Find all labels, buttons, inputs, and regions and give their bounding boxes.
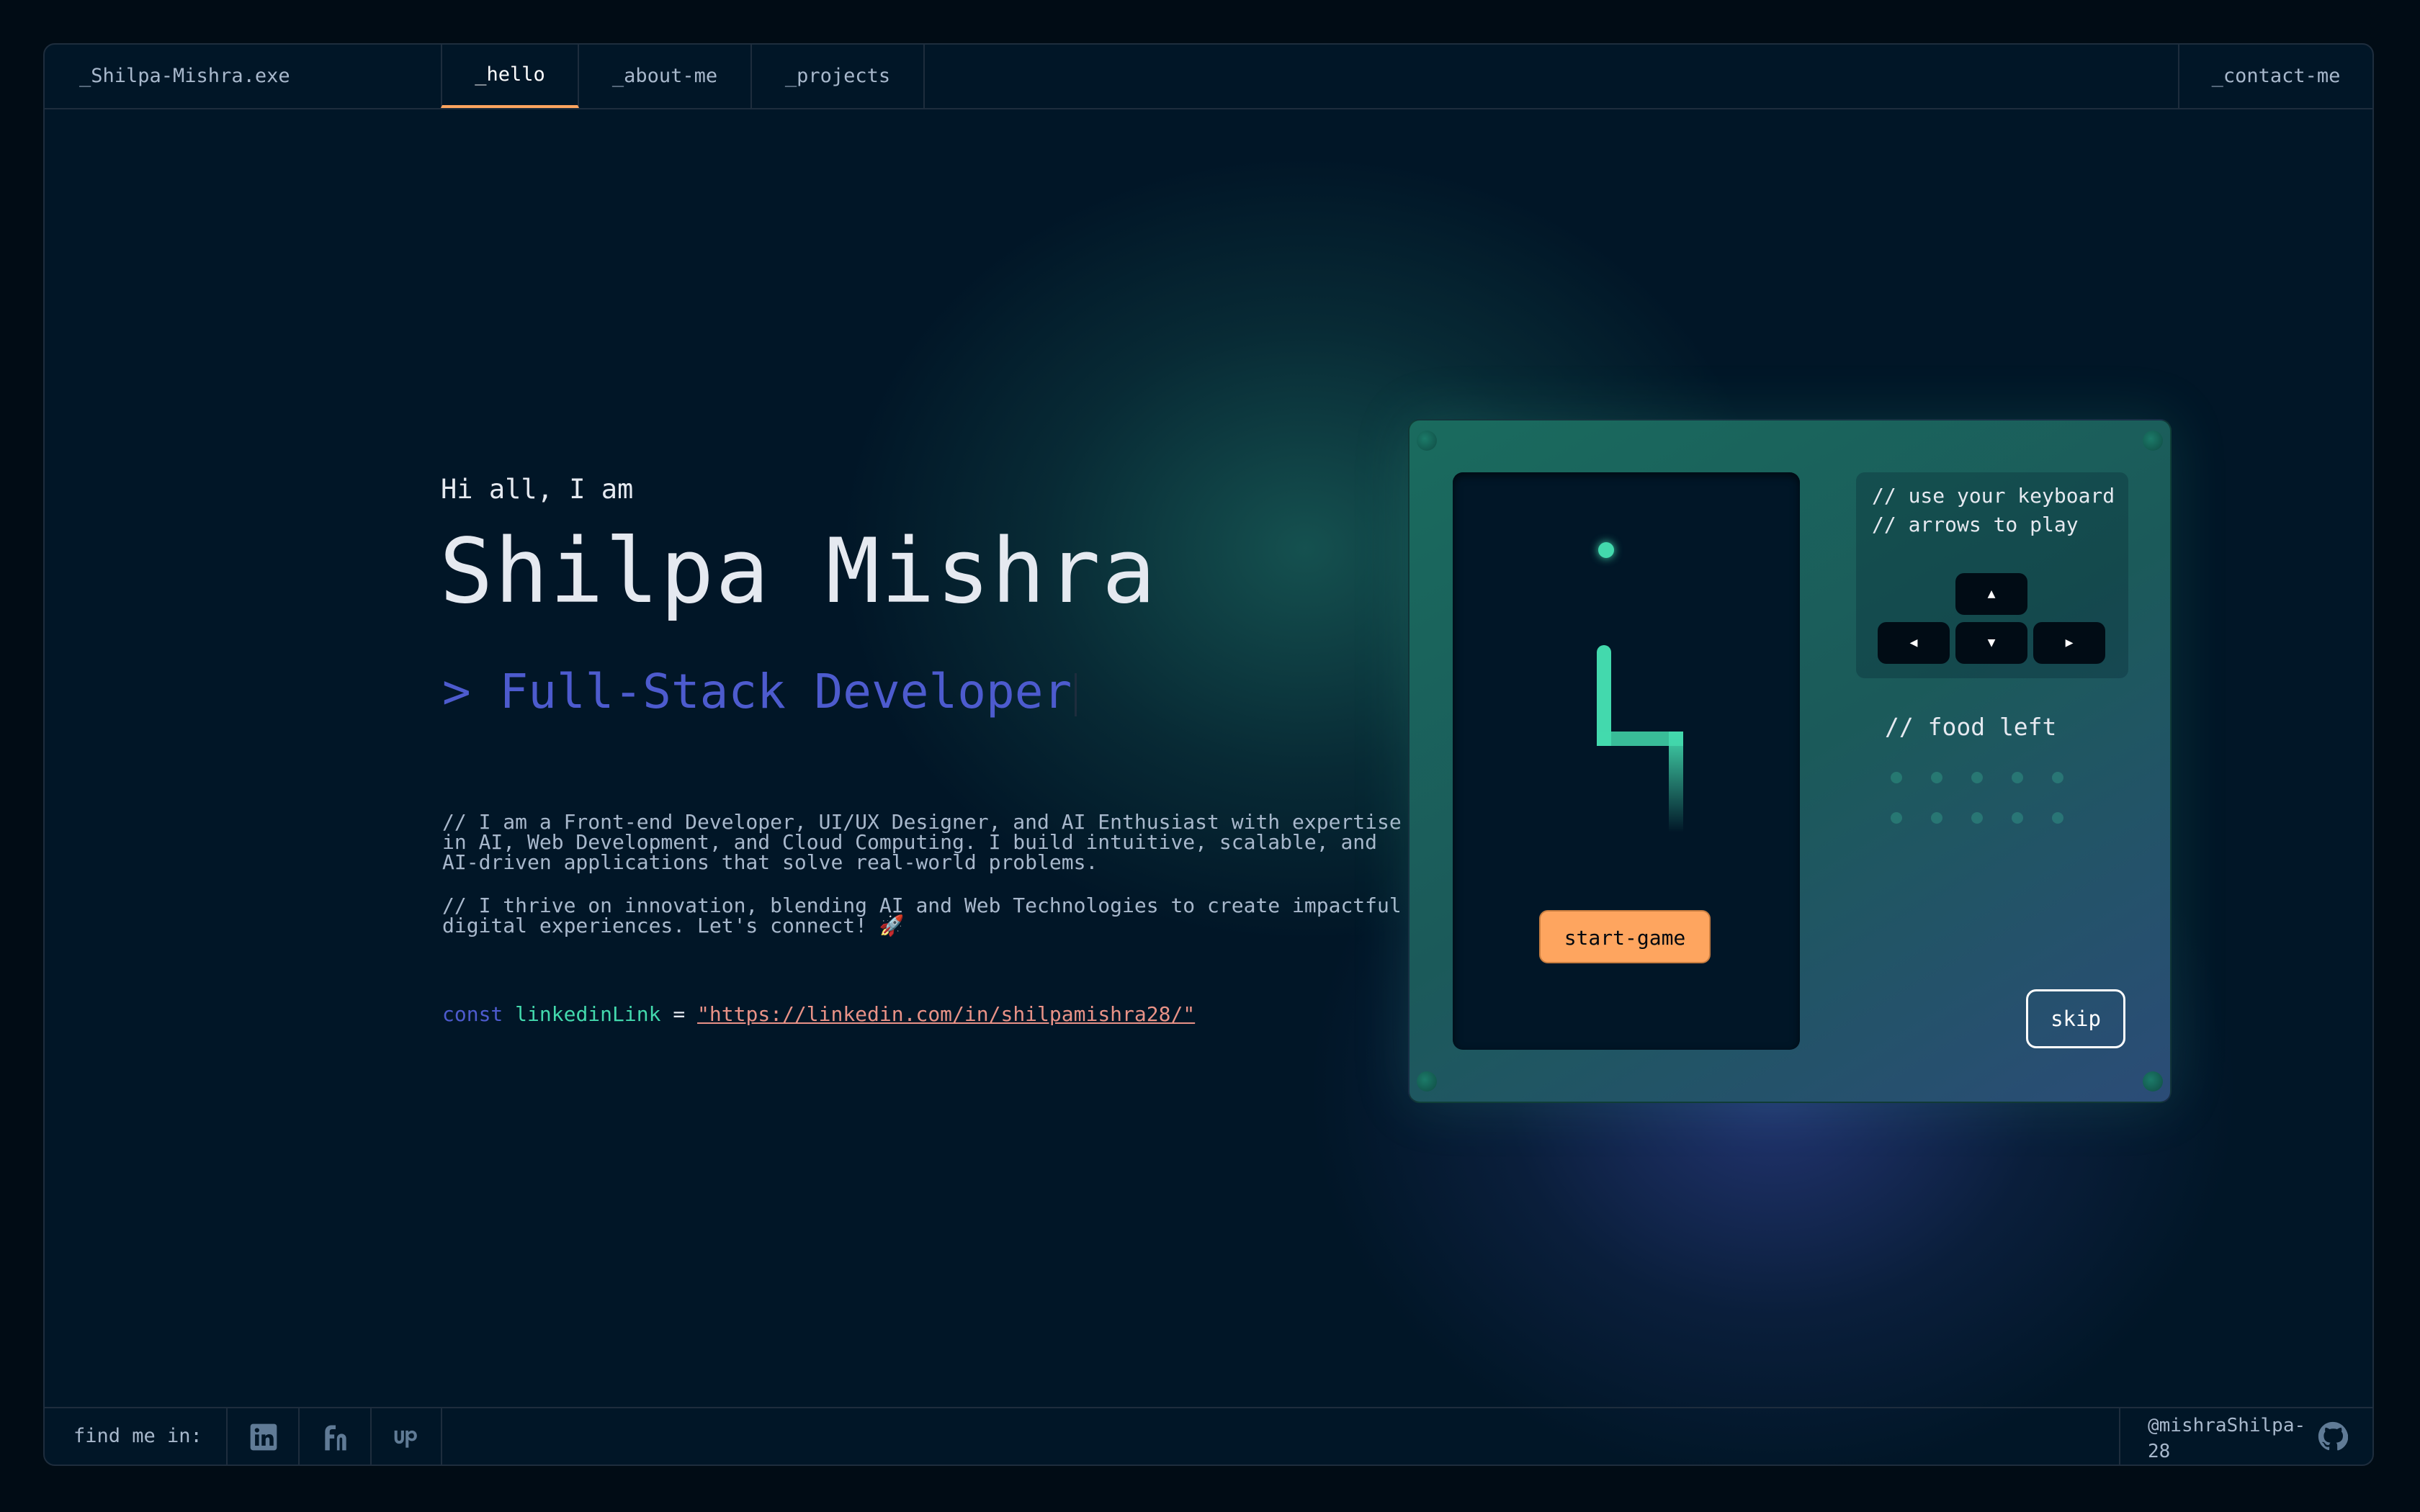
food-left-dot [1971,812,1983,824]
portfolio-window: _Shilpa-Mishra.exe _hello _about-me _pro… [43,43,2374,1466]
skip-button[interactable]: skip [2026,989,2125,1048]
thrive-paragraph: // I thrive on innovation, blending AI a… [442,894,1402,937]
hero-name: Shilpa Mishra [439,520,1157,624]
role-text: > Full-Stack Developer [442,664,1072,719]
typing-caret [1075,672,1077,716]
freelancer-link-button[interactable] [298,1408,370,1464]
snake-game-board: start-game // use your keyboard // arrow… [1408,419,2172,1103]
food-left-dot [1971,772,1983,783]
controls-hint-1: // use your keyboard [1872,484,2115,508]
github-username[interactable]: @mishraShilpa-28 [2148,1413,2313,1464]
screw-bottom-left [1417,1071,1437,1092]
tab-contact-me[interactable]: _contact-me [2178,45,2372,108]
tab-about-me[interactable]: _about-me [579,45,752,108]
controls-panel: // use your keyboard // arrows to play ▲… [1856,472,2128,678]
upwork-icon [394,1430,417,1448]
code-operator: = [673,1002,686,1026]
snake-head-segment [1597,645,1611,746]
arrow-up-key[interactable]: ▲ [1955,573,2027,615]
food-pellet [1598,542,1614,558]
linkedin-icon [250,1423,277,1451]
food-left-dot [1931,772,1942,783]
screw-bottom-right [2143,1071,2163,1092]
upwork-link-button[interactable] [370,1408,442,1464]
intro-paragraph: // I am a Front-end Developer, UI/UX Des… [442,810,1402,874]
github-link-area[interactable]: @mishraShilpa-28 [2119,1408,2372,1464]
food-left-dot [1931,812,1942,824]
food-left-dot [2052,812,2063,824]
arrow-down-key[interactable]: ▼ [1955,622,2027,664]
greeting-text: Hi all, I am [441,474,634,505]
find-me-label: find me in: [73,1425,202,1447]
food-left-title: // food left [1885,713,2057,741]
arrow-right-key[interactable]: ▶ [2033,622,2105,664]
screw-top-right [2143,431,2163,451]
linkedin-link[interactable]: "https://linkedin.com/in/shilpamishra28/… [697,1002,1195,1026]
arrow-left-key[interactable]: ◀ [1878,622,1950,664]
snake-tail-segment [1669,732,1683,832]
tab-hello[interactable]: _hello [441,45,579,108]
food-left-dot [1891,812,1902,824]
food-left-dot [1891,772,1902,783]
freelancer-icon [325,1425,346,1451]
code-keyword: const [442,1002,503,1026]
github-icon[interactable] [2318,1421,2348,1452]
hero-role: > Full-Stack Developer [442,664,1077,719]
food-left-dot [2012,812,2023,824]
brand-name[interactable]: _Shilpa-Mishra.exe [79,45,290,108]
tab-projects[interactable]: _projects [752,45,925,108]
linkedin-link-button[interactable] [226,1408,298,1464]
footer-bar: find me in: @mishraShilpa-28 [45,1407,2372,1464]
start-game-button[interactable]: start-game [1539,910,1711,963]
top-nav: _Shilpa-Mishra.exe _hello _about-me _pro… [45,45,2372,109]
controls-hint-2: // arrows to play [1872,513,2079,536]
food-left-dot [2052,772,2063,783]
screw-top-left [1417,431,1437,451]
code-variable: linkedinLink [515,1002,661,1026]
food-left-dot [2012,772,2023,783]
linkedin-code-line: const linkedinLink = "https://linkedin.c… [442,1002,1195,1026]
game-screen[interactable]: start-game [1453,472,1800,1050]
